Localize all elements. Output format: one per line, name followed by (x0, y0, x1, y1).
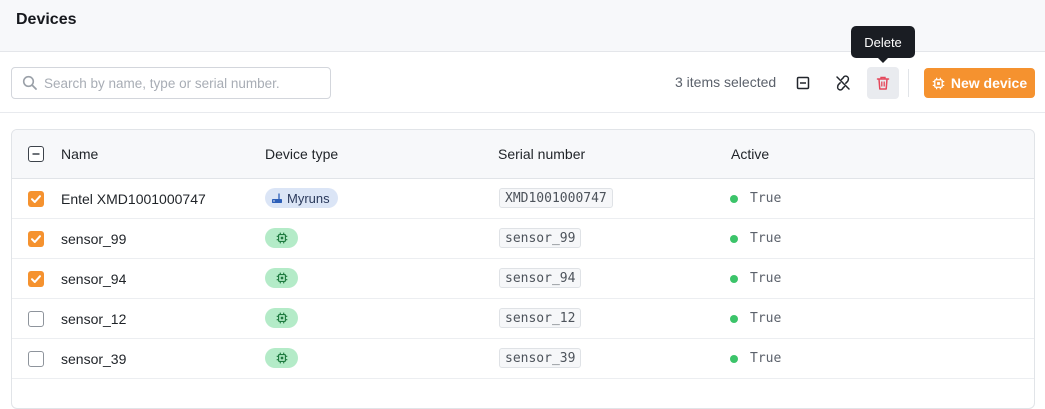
active-status: True (730, 191, 781, 206)
serial-number: sensor_39 (499, 348, 582, 368)
search-input[interactable] (44, 68, 324, 98)
chip-icon (932, 77, 945, 89)
column-header-name[interactable]: Name (61, 146, 98, 162)
device-type-label: Myruns (287, 190, 330, 206)
serial-number: sensor_94 (499, 268, 582, 288)
device-type-badge (265, 268, 298, 288)
chip-icon (276, 352, 287, 364)
toolbar: 3 items selected New device (0, 53, 1045, 113)
active-value: True (750, 231, 782, 246)
column-header-active[interactable]: Active (731, 146, 769, 162)
row-checkbox[interactable] (28, 231, 44, 247)
column-header-serial-number[interactable]: Serial number (498, 146, 585, 162)
device-name: sensor_39 (61, 351, 127, 367)
active-status: True (730, 271, 781, 286)
device-type-badge: Myruns (265, 188, 338, 208)
active-status: True (730, 311, 781, 326)
collapse-button[interactable] (787, 67, 819, 99)
select-all-checkbox[interactable] (28, 146, 44, 162)
status-dot (730, 314, 738, 323)
column-header-device-type[interactable]: Device type (265, 146, 338, 162)
search-box[interactable] (11, 67, 331, 99)
status-dot (730, 234, 738, 243)
table-row[interactable]: sensor_12 sensor_12 True (12, 299, 1034, 339)
table-header: Name Device type Serial number Active (12, 130, 1034, 179)
new-device-button[interactable]: New device (924, 68, 1035, 98)
row-checkbox[interactable] (28, 191, 44, 207)
chip-icon (276, 272, 287, 284)
device-name: sensor_12 (61, 311, 127, 327)
row-checkbox[interactable] (28, 311, 44, 327)
toolbar-divider (908, 69, 909, 97)
active-status: True (730, 351, 781, 366)
device-type-badge (265, 228, 298, 248)
unlink-button[interactable] (827, 67, 859, 99)
unlink-icon (836, 75, 850, 91)
status-dot (730, 194, 738, 203)
trash-icon (876, 76, 890, 90)
device-name: sensor_99 (61, 231, 127, 247)
device-type-badge (265, 348, 298, 368)
status-dot (730, 274, 738, 283)
delete-tooltip: Delete (851, 26, 915, 63)
device-name: Entel XMD1001000747 (61, 191, 206, 207)
row-checkbox[interactable] (28, 271, 44, 287)
search-icon (22, 75, 37, 90)
active-value: True (750, 351, 782, 366)
delete-button[interactable] (867, 67, 899, 99)
selection-count: 3 items selected (675, 74, 777, 90)
active-value: True (750, 271, 782, 286)
status-dot (730, 354, 738, 363)
chip-icon (276, 232, 287, 244)
collapse-icon (796, 76, 810, 90)
serial-number: sensor_99 (499, 228, 582, 248)
device-type-badge (265, 308, 298, 328)
chip-icon (276, 312, 287, 324)
active-value: True (750, 311, 782, 326)
devices-table: Name Device type Serial number Active En… (11, 129, 1035, 409)
active-value: True (750, 191, 782, 206)
table-row[interactable]: sensor_99 sensor_99 True (12, 219, 1034, 259)
new-device-label: New device (950, 75, 1028, 91)
serial-number: XMD1001000747 (499, 188, 613, 208)
table-row[interactable]: sensor_94 sensor_94 True (12, 259, 1034, 299)
table-row[interactable]: Entel XMD1001000747 Myruns XMD1001000747… (12, 179, 1034, 219)
table-row[interactable]: sensor_39 sensor_39 True (12, 339, 1034, 379)
device-name: sensor_94 (61, 271, 127, 287)
serial-number: sensor_12 (499, 308, 582, 328)
router-icon (272, 193, 282, 203)
active-status: True (730, 231, 781, 246)
row-checkbox[interactable] (28, 351, 44, 367)
page-title: Devices (16, 11, 77, 28)
